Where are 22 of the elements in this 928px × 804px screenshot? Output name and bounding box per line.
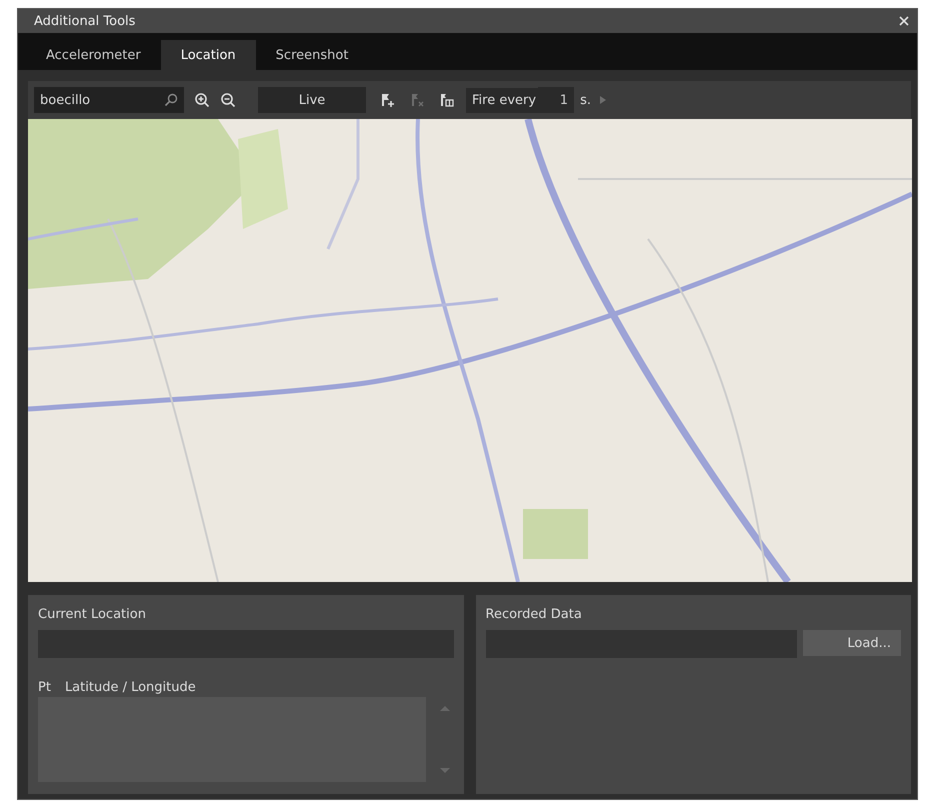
add-pin-icon[interactable]	[380, 93, 394, 107]
panel-title: Current Location	[38, 607, 147, 622]
zoom-in-icon[interactable]	[194, 92, 210, 108]
tab[interactable]: Screenshot	[256, 40, 368, 70]
column-header: Pt	[38, 680, 51, 695]
tab[interactable]: Accelerometer	[26, 40, 161, 70]
column-header: Latitude / Longitude	[64, 680, 196, 695]
interval-field[interactable]: 1	[538, 87, 574, 113]
close-icon[interactable]	[899, 16, 909, 26]
window-title: Additional Tools	[34, 14, 136, 28]
live-button[interactable]: Live	[258, 87, 366, 113]
scroll-down-icon[interactable]	[440, 768, 450, 774]
scroll-up-icon[interactable]	[440, 705, 450, 711]
tab[interactable]: Location	[160, 40, 256, 70]
zoom-out-icon[interactable]	[220, 92, 236, 108]
fire-interval-label: Fire every	[466, 88, 538, 112]
search-field[interactable]: boecillo	[34, 87, 184, 113]
load-button[interactable]: Load...	[803, 630, 901, 656]
search-icon[interactable]	[164, 93, 178, 107]
pin-list-icon[interactable]	[440, 93, 454, 107]
unit-label: s.	[580, 92, 591, 108]
panel-title: Recorded Data	[486, 607, 583, 622]
